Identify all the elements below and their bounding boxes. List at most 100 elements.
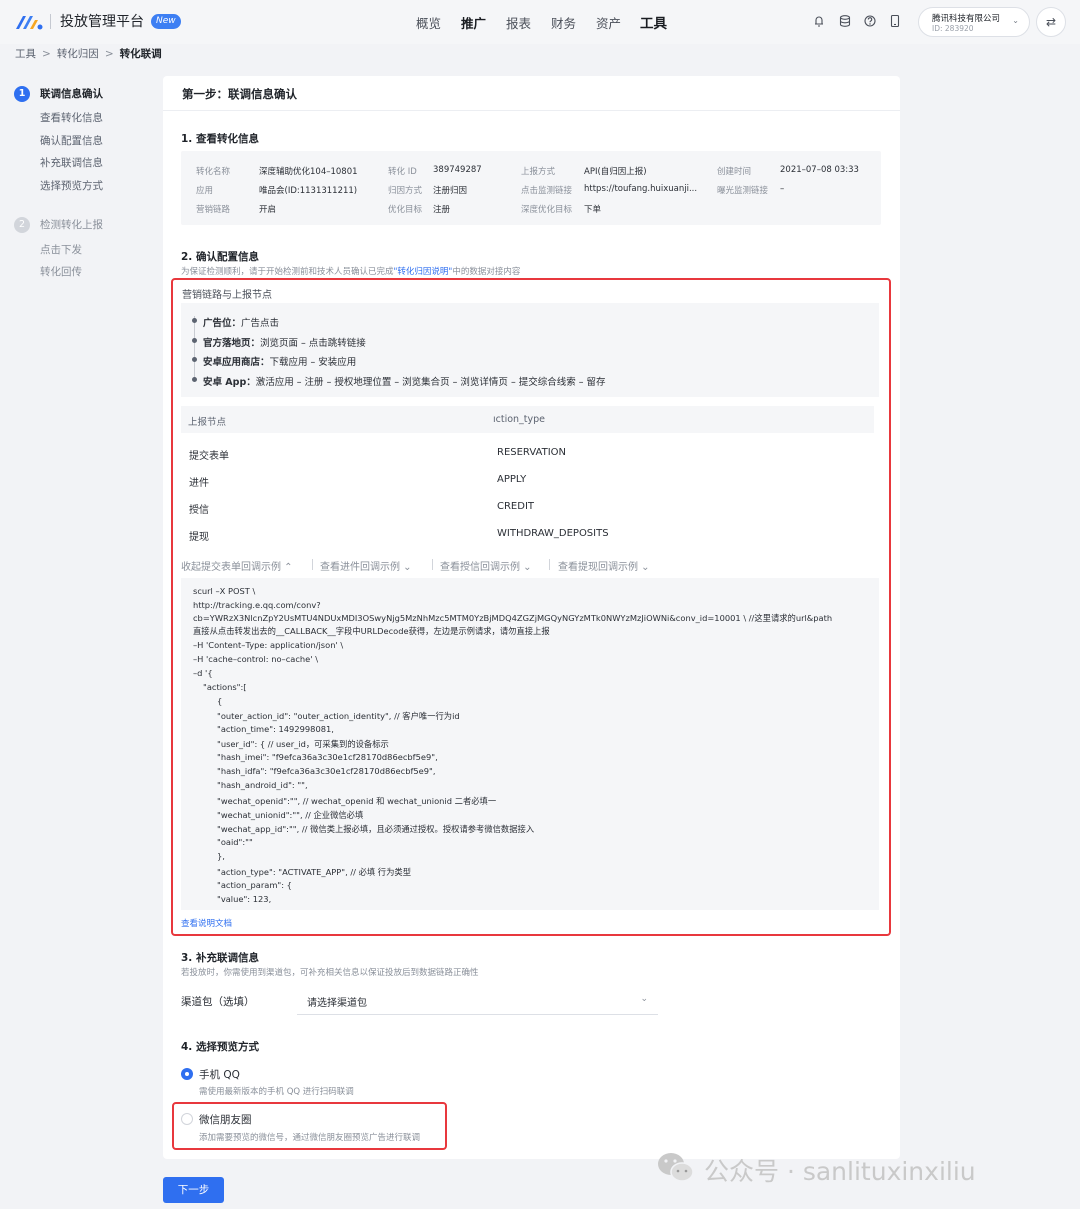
- brand-title: 投放管理平台: [60, 14, 144, 30]
- view-credit-example[interactable]: 查看授信回调示例 ⌄: [440, 558, 532, 573]
- chevron-down-icon: ⌄: [640, 994, 648, 1004]
- info-key: 创建时间: [717, 167, 752, 177]
- page-title: 第一步：联调信息确认: [182, 87, 297, 101]
- sub-step-preview-mode[interactable]: 选择预览方式: [40, 178, 103, 193]
- section-2-title: 2. 确认配置信息: [181, 251, 259, 263]
- path-row: 安卓 App：激活应用 – 注册 – 授权地理位置 – 浏览集合页 – 浏览详情…: [203, 377, 606, 388]
- click-monitor-link[interactable]: https://toufang.huixuanji...: [584, 184, 697, 194]
- section-2-note: 为保证检测顺利，请于开始检测前和技术人员确认已完成"转化归因说明"中的数据对接内…: [181, 267, 521, 277]
- sub-step-confirm-config[interactable]: 确认配置信息: [40, 133, 103, 148]
- sub-step-view-conversion[interactable]: 查看转化信息: [40, 110, 103, 125]
- info-value: 下单: [584, 205, 602, 215]
- code-line: –H 'Content–Type: application/json' \: [193, 640, 344, 650]
- info-key: 点击监测链接: [521, 186, 573, 196]
- divider: [432, 559, 433, 570]
- option-mobile-qq-label[interactable]: 手机 QQ: [199, 1067, 240, 1082]
- divider: [549, 559, 550, 570]
- info-value: 深度辅助优化104–10801: [259, 167, 358, 177]
- nav-overview[interactable]: 概览: [416, 13, 441, 32]
- step-1[interactable]: 1 联调信息确认: [14, 86, 103, 102]
- info-value: 注册归因: [433, 186, 468, 196]
- info-key: 优化目标: [388, 205, 423, 215]
- table-cell: 提现: [189, 532, 209, 543]
- watermark: 公众号 · sanlituxinxiliu: [656, 1148, 1056, 1188]
- code-line: },: [217, 851, 225, 861]
- sub-step-supplement-info[interactable]: 补充联调信息: [40, 155, 103, 170]
- nav-reports[interactable]: 报表: [506, 13, 531, 32]
- nav-tools[interactable]: 工具: [640, 12, 667, 32]
- code-line: "oaid":"": [217, 837, 253, 847]
- info-key: 上报方式: [521, 167, 556, 177]
- table-cell: 授信: [189, 505, 209, 516]
- table-cell: 提交表单: [189, 451, 229, 462]
- step-number: 2: [14, 217, 30, 233]
- nav-assets[interactable]: 资产: [596, 13, 621, 32]
- info-value: 389749287: [433, 165, 482, 175]
- channel-label: 渠道包（选填）: [181, 996, 255, 1008]
- option-wechat-desc: 添加需要预览的微信号，通过微信朋友圈预览广告进行联调: [199, 1133, 421, 1143]
- next-step-button[interactable]: 下一步: [163, 1177, 224, 1203]
- collapse-submit-example[interactable]: 收起提交表单回调示例 ⌃: [181, 558, 293, 573]
- attribution-doc-link[interactable]: "转化归因说明": [394, 267, 453, 277]
- new-badge: New: [151, 14, 181, 29]
- code-line: "wechat_app_id":"", // 微信类上报必填，且必须通过授权。授…: [217, 824, 535, 834]
- radio-wechat-moments[interactable]: [181, 1113, 193, 1125]
- account-selector[interactable]: 腾讯科技有限公司 ID: 283920 ⌄: [918, 7, 1030, 37]
- breadcrumb-tools[interactable]: 工具: [15, 48, 36, 60]
- info-value: API(自归因上报): [584, 167, 647, 177]
- path-row: 广告位：广告点击: [203, 318, 280, 329]
- logo-icon: [16, 16, 43, 30]
- chevron-right-icon: >: [42, 48, 51, 60]
- code-line: "outer_action_id": "outer_action_identit…: [217, 711, 460, 721]
- swap-icon[interactable]: ⇄: [1036, 7, 1066, 37]
- info-value: 唯品会(ID:1131311211): [259, 186, 358, 196]
- info-key: 转化 ID: [388, 167, 417, 177]
- sub-step-click-dispatch[interactable]: 点击下发: [40, 242, 82, 257]
- account-id: ID: 283920: [932, 24, 974, 33]
- code-line: 直接从点击转发出去的__CALLBACK__字段中URLDecode获得，左边是…: [193, 626, 550, 636]
- code-line: "actions":[: [203, 682, 247, 692]
- code-line: cb=YWRzX3NlcnZpY2UsMTU4NDUxMDI3OSwyNjg5M…: [193, 613, 833, 623]
- code-line: "wechat_openid":"", // wechat_openid 和 w…: [217, 796, 497, 806]
- info-key: 转化名称: [196, 167, 231, 177]
- section-3-title: 3. 补充联调信息: [181, 952, 259, 964]
- info-key: 应用: [196, 186, 214, 196]
- wechat-icon: [658, 1153, 694, 1182]
- breadcrumb: 工具 > 转化归因 > 转化联调: [15, 46, 162, 61]
- info-value: 注册: [433, 205, 451, 215]
- help-icon[interactable]: [863, 14, 877, 28]
- breadcrumb-attribution[interactable]: 转化归因: [57, 48, 99, 60]
- option-wechat-label[interactable]: 微信朋友圈: [199, 1112, 252, 1127]
- radio-mobile-qq[interactable]: [181, 1068, 193, 1080]
- code-line: "user_id": { // user_id，可采集到的设备标示: [217, 739, 389, 749]
- mobile-icon[interactable]: [888, 14, 902, 28]
- table-cell: APPLY: [497, 474, 527, 485]
- timeline-dot: [192, 318, 197, 323]
- code-line: "action_type": "ACTIVATE_APP", // 必填 行为类…: [217, 867, 411, 877]
- option-mobile-qq-desc: 需使用最新版本的手机 QQ 进行扫码联调: [199, 1087, 354, 1097]
- info-key: 归因方式: [388, 186, 423, 196]
- breadcrumb-current: 转化联调: [119, 48, 162, 60]
- watermark-text: 公众号 · sanlituxinxiliu: [704, 1157, 976, 1186]
- code-line: "action_time": 1492998081,: [217, 724, 334, 734]
- table-cell: CREDIT: [497, 501, 535, 512]
- path-timeline: [194, 316, 195, 381]
- timeline-dot: [192, 338, 197, 343]
- view-apply-example[interactable]: 查看进件回调示例 ⌄: [320, 558, 412, 573]
- bell-icon[interactable]: [812, 14, 826, 28]
- timeline-dot: [192, 357, 197, 362]
- view-doc-link[interactable]: 查看说明文档: [181, 917, 232, 929]
- database-icon[interactable]: [838, 14, 852, 28]
- channel-select[interactable]: 请选择渠道包 ⌄: [297, 988, 658, 1015]
- step-2[interactable]: 2 检测转化上报: [14, 217, 103, 233]
- sub-step-conversion-return[interactable]: 转化回传: [40, 264, 82, 279]
- section-1-title: 1. 查看转化信息: [181, 133, 259, 145]
- chevron-right-icon: >: [104, 48, 114, 60]
- column-header-action-type: ıction_type: [493, 414, 546, 425]
- nav-finance[interactable]: 财务: [551, 13, 576, 32]
- view-withdraw-example[interactable]: 查看提现回调示例 ⌄: [558, 558, 650, 573]
- timeline-dot: [192, 377, 197, 382]
- nav-promotion[interactable]: 推广: [461, 13, 486, 32]
- step-label: 检测转化上报: [40, 219, 103, 231]
- section-4-title: 4. 选择预览方式: [181, 1041, 259, 1053]
